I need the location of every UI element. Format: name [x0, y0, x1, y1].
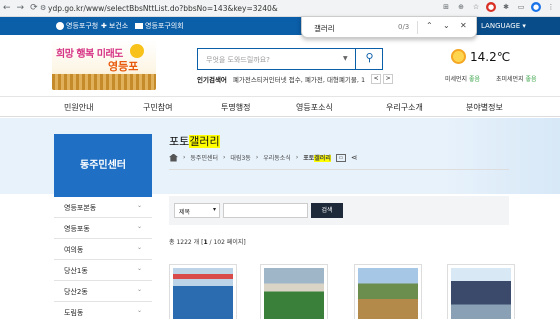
sidebar-item[interactable]: 여의동 ⌄ — [54, 239, 152, 260]
gallery-thumbnail[interactable] — [169, 264, 237, 319]
search-field-select[interactable]: 제목 — [174, 203, 220, 218]
chevron-down-icon[interactable]: ▼ — [343, 55, 348, 62]
chevron-down-icon: ⌄ — [136, 307, 142, 314]
bookmark-star-icon[interactable]: ☆ — [471, 2, 481, 12]
nav-item-news[interactable]: 영등포소식 — [296, 102, 333, 113]
breadcrumb-current: 포토갤러리 — [303, 155, 331, 162]
photo — [264, 268, 324, 319]
sidepanel-icon[interactable]: ▭ — [516, 2, 526, 12]
find-in-page-bar: 갤러리 0/3 ⌃ ⌄ ✕ — [301, 16, 477, 38]
search-button[interactable]: ⚲ — [355, 48, 383, 70]
browser-nav-buttons[interactable]: ←→⟳ — [3, 3, 44, 13]
nav-item-participation[interactable]: 구민참여 — [143, 102, 172, 113]
extension-icon[interactable]: ● — [486, 2, 496, 12]
breadcrumb-item[interactable]: 우리동소식 — [263, 153, 291, 162]
utility-link-health-center[interactable]: ✚ 보건소 — [101, 21, 128, 31]
logo-sun — [130, 44, 144, 58]
sidebar-item[interactable]: 도림동 ⌄ — [54, 302, 152, 319]
gallery-thumbnail[interactable] — [260, 264, 328, 319]
utility-link-council[interactable]: 영등포구의회 — [135, 21, 184, 31]
keyword-input[interactable] — [223, 203, 308, 218]
listing-count: 총 1222 개 [1 / 102 페이지] — [169, 239, 246, 246]
title-divider — [169, 169, 509, 170]
photo — [173, 268, 233, 319]
puzzle-icon[interactable]: ✱ — [501, 2, 511, 12]
find-prev-icon[interactable]: ⌃ — [426, 21, 433, 30]
gallery-thumbnail[interactable] — [447, 264, 515, 319]
breadcrumb-item[interactable]: 대림3동 — [230, 153, 250, 162]
browser-toolbar: ←→⟳ ⚙ ydp.go.kr/www/selectBbsNttList.do?… — [0, 0, 560, 17]
search-filter: 제목 검색 — [169, 196, 509, 225]
find-input[interactable]: 갤러리 — [314, 23, 335, 34]
home-icon — [56, 22, 64, 30]
profile-icon[interactable]: ● — [531, 2, 541, 12]
breadcrumb: › 동주민센터 › 대림3동 › 우리동소식 › 포토갤러리 ▭ ⋖ — [169, 153, 358, 162]
share-icon[interactable]: ⋖ — [351, 153, 358, 162]
home-icon[interactable] — [169, 153, 178, 162]
gallery-thumbnail[interactable] — [354, 264, 422, 319]
keyword-next-button[interactable]: > — [383, 74, 394, 84]
sidebar-item[interactable]: 영등포동 ⌄ — [54, 218, 152, 239]
address-bar[interactable]: ydp.go.kr/www/selectBbsNttList.do?bbsNo=… — [48, 4, 278, 13]
photo — [358, 268, 418, 319]
page-title: 포토갤러리 — [169, 135, 220, 148]
chevron-down-icon: ▾ — [522, 22, 526, 30]
chevron-down-icon: ⌄ — [136, 244, 142, 251]
divider — [417, 21, 418, 34]
fine-dust: 미세먼지 좋음 — [445, 76, 481, 83]
nav-item-transparency[interactable]: 투명행정 — [221, 102, 250, 113]
chevron-down-icon: ⌄ — [136, 286, 142, 293]
weather-widget: 14.2℃ — [451, 49, 510, 64]
utility-link-district-office[interactable]: 영등포구청 — [56, 21, 98, 31]
photo-banner — [173, 274, 233, 279]
menu-icon[interactable]: ⋮ — [546, 2, 556, 12]
site-search: 무엇을 도와드릴까요? ▼ ⚲ — [197, 48, 383, 70]
temperature: 14.2℃ — [470, 49, 511, 64]
sidebar-menu: 영등포본동 ⌄ 영등포동 ⌄ 여의동 ⌄ 당산1동 ⌄ 당산2동 ⌄ 도림동 ⌄ — [54, 197, 152, 319]
popular-keywords: 인기검색어 폐가전스티커인터넷 접수, 폐가전, 대형폐기물, 1 < > — [197, 74, 394, 84]
council-icon — [135, 23, 143, 29]
sidebar-title: 동주민센터 — [54, 134, 152, 197]
sidebar-item[interactable]: 영등포본동 ⌄ — [54, 197, 152, 218]
search-input[interactable]: 무엇을 도와드릴까요? — [206, 55, 270, 65]
plus-icon: ✚ — [101, 22, 107, 30]
find-next-icon[interactable]: ⌄ — [443, 21, 450, 30]
close-icon[interactable]: ✕ — [460, 21, 467, 30]
search-submit-button[interactable]: 검색 — [311, 203, 343, 218]
zoom-icon[interactable]: ⊕ — [456, 2, 466, 12]
find-count: 0/3 — [398, 23, 410, 31]
photo — [451, 268, 511, 319]
print-icon[interactable]: ▭ — [335, 153, 346, 162]
search-icon: ⚲ — [365, 51, 374, 64]
chevron-down-icon: ⌄ — [136, 223, 142, 230]
site-info-icon[interactable]: ⚙ — [40, 4, 46, 12]
language-select[interactable]: LANGUAGE ▾ — [465, 17, 560, 35]
chevron-down-icon: ⌄ — [136, 202, 142, 209]
chevron-down-icon: ⌄ — [136, 265, 142, 272]
main-navigation: 민원안내 구민참여 투명행정 영등포소식 우리구소개 분야별정보 — [0, 96, 560, 117]
ultrafine-dust: 초미세먼지 좋음 — [496, 76, 537, 83]
nav-item-civil[interactable]: 민원안내 — [64, 102, 93, 113]
keyword-prev-button[interactable]: < — [371, 74, 382, 84]
translate-icon[interactable]: ⊞ — [441, 2, 451, 12]
popular-keyword-list[interactable]: 폐가전스티커인터넷 접수, 폐가전, 대형폐기물, 1 — [233, 74, 365, 84]
sun-icon — [451, 49, 466, 64]
sidebar-item[interactable]: 당산2동 ⌄ — [54, 281, 152, 302]
breadcrumb-item[interactable]: 동주민센터 — [190, 153, 218, 162]
nav-item-about[interactable]: 우리구소개 — [386, 102, 423, 113]
nav-item-fields[interactable]: 분야별정보 — [466, 102, 503, 113]
sidebar-item[interactable]: 당산1동 ⌄ — [54, 260, 152, 281]
logo-grass — [52, 74, 156, 90]
site-logo[interactable]: 희망 행복 미래도 영등포 — [52, 40, 156, 90]
